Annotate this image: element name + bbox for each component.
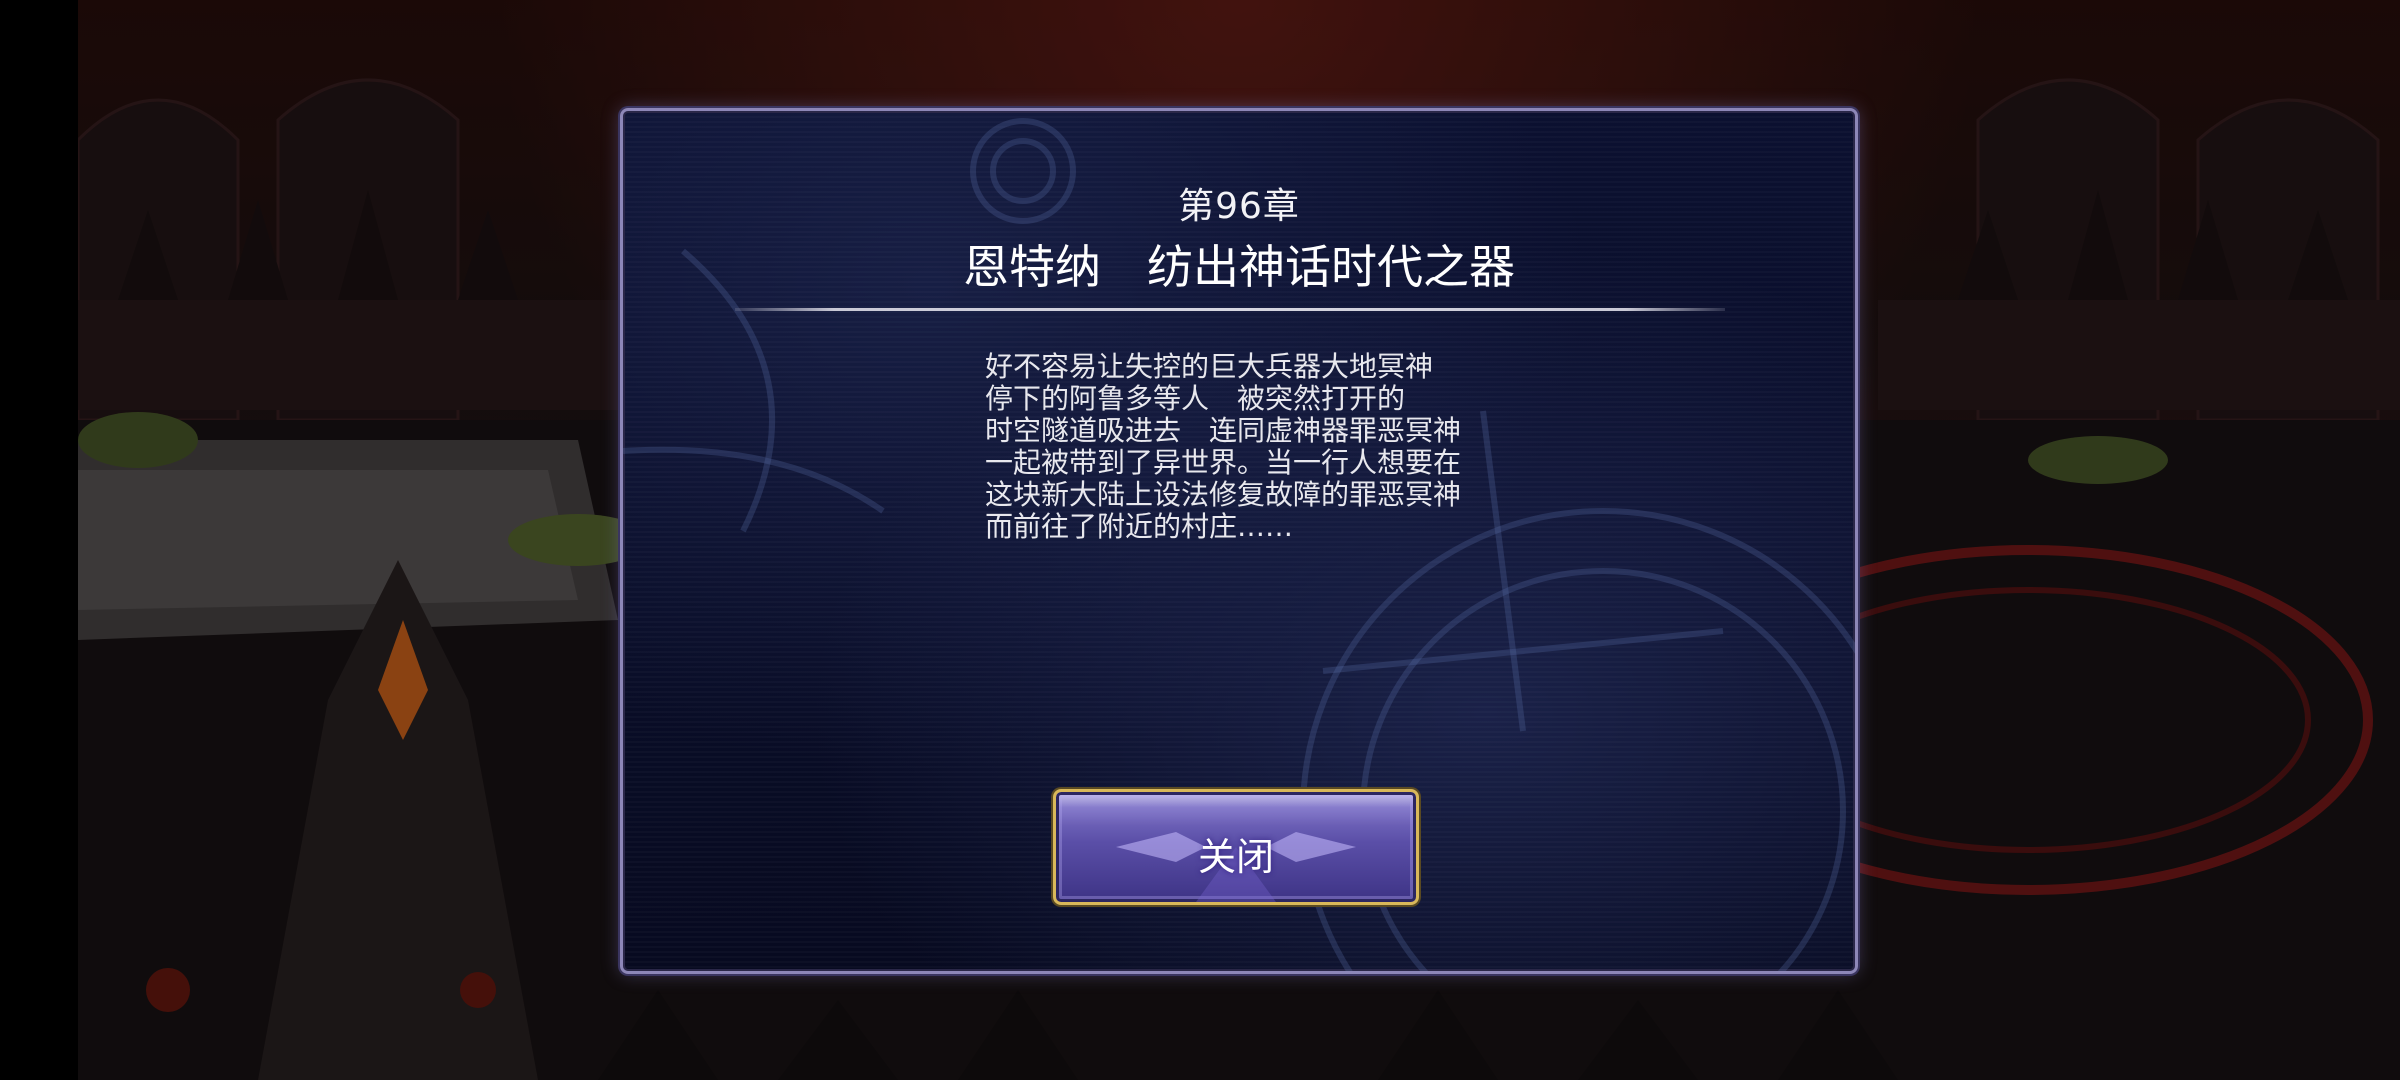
left-letterbox xyxy=(0,0,78,1080)
close-button-label: 关闭 xyxy=(1197,835,1274,879)
chapter-number: 第96章 xyxy=(1178,186,1300,227)
chapter-dialog: 第96章 恩特纳 纺出神话时代之器 好不容易让失控的巨大兵器大地冥神 停下的阿鲁… xyxy=(620,108,1858,974)
chapter-synopsis: 好不容易让失控的巨大兵器大地冥神 停下的阿鲁多等人 被突然打开的 时空隧道吸进去… xyxy=(985,351,1525,543)
synopsis-line: 这块新大陆上设法修复故障的罪恶冥神 xyxy=(985,478,1462,511)
synopsis-line: 而前往了附近的村庄…… xyxy=(985,510,1294,543)
synopsis-line: 停下的阿鲁多等人 被突然打开的 xyxy=(985,382,1406,415)
close-button[interactable]: 关闭 xyxy=(1053,789,1419,905)
synopsis-line: 一起被带到了异世界。当一行人想要在 xyxy=(985,446,1462,479)
title-divider xyxy=(735,308,1725,311)
chapter-title: 恩特纳 纺出神话时代之器 xyxy=(963,240,1515,294)
synopsis-line: 时空隧道吸进去 连同虚神器罪恶冥神 xyxy=(985,414,1462,447)
synopsis-line: 好不容易让失控的巨大兵器大地冥神 xyxy=(985,350,1434,383)
game-screen: 第96章 恩特纳 纺出神话时代之器 好不容易让失控的巨大兵器大地冥神 停下的阿鲁… xyxy=(0,0,2400,1080)
